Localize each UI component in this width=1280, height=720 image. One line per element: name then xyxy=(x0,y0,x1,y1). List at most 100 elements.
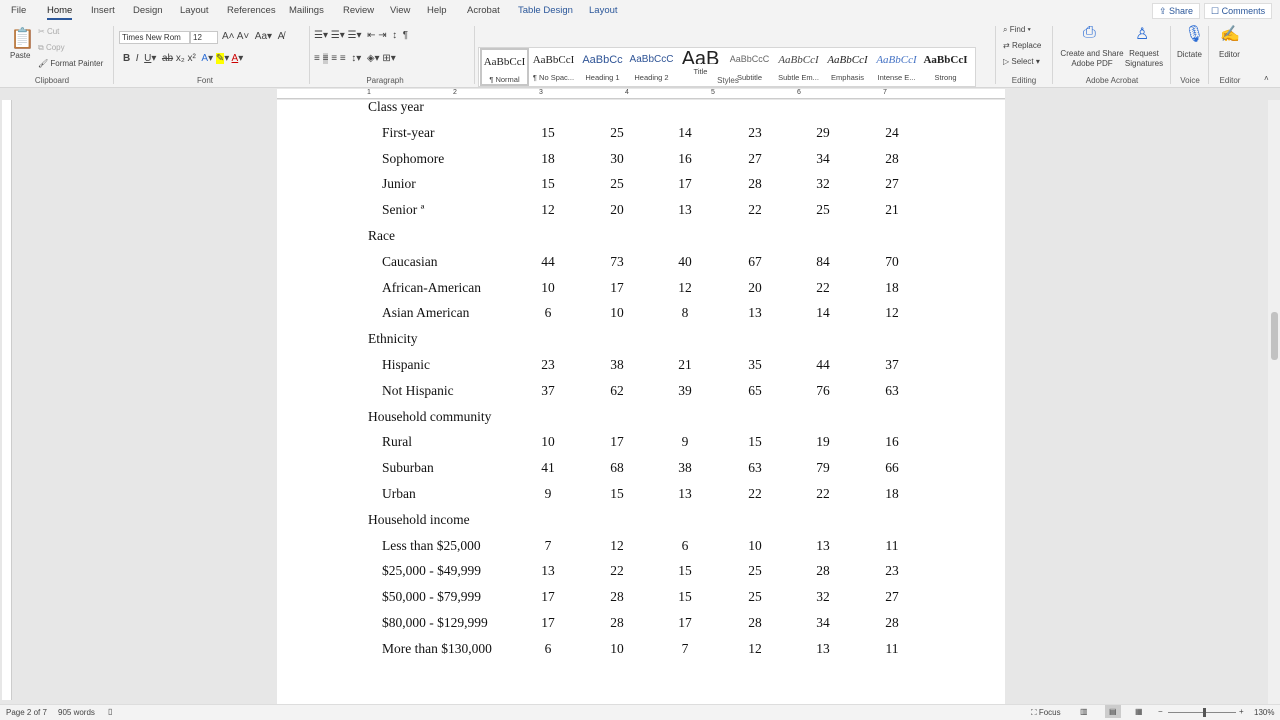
focus-button[interactable]: ⛶ Focus xyxy=(1031,708,1061,718)
table-cell: 27 xyxy=(885,589,899,605)
tab-layout-table[interactable]: Layout xyxy=(589,5,618,16)
tab-review[interactable]: Review xyxy=(343,5,374,16)
find-button[interactable]: ⌕ Find ▾ xyxy=(1003,25,1031,35)
tab-layout[interactable]: Layout xyxy=(180,5,209,16)
tab-table-design[interactable]: Table Design xyxy=(518,5,573,16)
font-name-select[interactable]: Times New Rom xyxy=(119,31,190,44)
table-cell: 84 xyxy=(816,253,830,269)
paste-icon[interactable]: 📋 xyxy=(10,26,35,51)
style-emphasis[interactable]: AaBbCcI Emphasis xyxy=(823,48,872,86)
zoom-in-button[interactable]: + xyxy=(1239,707,1244,716)
style-name: Title xyxy=(693,67,708,76)
document-page[interactable]: Class year First-year 15 25 14 23 29 24 Sophomor… xyxy=(277,99,1005,704)
vertical-scrollbar[interactable] xyxy=(1268,100,1280,704)
acrobat-group-label: Adobe Acrobat xyxy=(1085,76,1139,85)
tab-help[interactable]: Help xyxy=(427,5,447,16)
table-row-label: Asian American xyxy=(382,305,470,321)
select-button[interactable]: ▷ Select ▾ xyxy=(1003,57,1040,66)
tab-insert[interactable]: Insert xyxy=(91,5,115,16)
table-cell: 6 xyxy=(681,537,689,553)
table-cell: 35 xyxy=(748,357,762,372)
style-name: Subtle Em... xyxy=(778,73,819,82)
page-count[interactable]: Page 2 of 7 xyxy=(6,708,47,717)
editing-group-label: Editing xyxy=(1011,76,1037,85)
editor-button[interactable]: Editor xyxy=(1219,50,1240,59)
collapse-ribbon-icon[interactable]: ˄ xyxy=(1264,74,1269,83)
style-subtle-em[interactable]: AaBbCcI Subtle Em... xyxy=(774,48,823,86)
share-button[interactable]: ⇪ Share xyxy=(1152,3,1201,19)
style-preview: AaBbCc xyxy=(582,54,623,66)
print-layout-icon[interactable]: ▤ xyxy=(1105,705,1121,718)
share-label: Share xyxy=(1169,6,1194,16)
table-cell: 38 xyxy=(610,357,624,372)
tab-home[interactable]: Home xyxy=(47,5,73,20)
vertical-ruler[interactable] xyxy=(2,100,12,700)
table-cell: 14 xyxy=(816,305,830,321)
table-cell: 10 xyxy=(610,640,624,656)
alignment-buttons[interactable]: ≡ ≡ ≡ ≡ ↕▾ ◈▾ ⊞▾ xyxy=(314,53,396,64)
table-cell: 13 xyxy=(748,305,762,321)
style-intense-e[interactable]: AaBbCcI Intense E... xyxy=(872,48,921,86)
horizontal-ruler[interactable]: 1 2 3 4 5 6 7 xyxy=(277,89,1005,99)
table-cell: 12 xyxy=(885,305,899,321)
dictate-button[interactable]: Dictate xyxy=(1177,50,1202,59)
copy-button[interactable]: ⧉ Copy xyxy=(38,43,65,53)
request-signatures-button[interactable]: Request Signatures xyxy=(1123,49,1165,69)
create-pdf-button[interactable]: Create and Share Adobe PDF xyxy=(1059,49,1125,69)
table-cell: 37 xyxy=(541,382,555,398)
paste-button[interactable]: Paste xyxy=(10,51,30,60)
tab-acrobat[interactable]: Acrobat xyxy=(467,5,500,16)
find-label: Find xyxy=(1009,25,1026,34)
style-heading-2[interactable]: AaBbCcC Heading 2 xyxy=(627,48,676,86)
font-format-buttons[interactable]: B I U▾ ab x₂ x² A▾ ✎▾ A▾ xyxy=(123,53,243,64)
zoom-out-button[interactable]: − xyxy=(1158,707,1163,716)
tab-design[interactable]: Design xyxy=(133,5,163,16)
table-cell: 32 xyxy=(816,176,830,192)
tab-view[interactable]: View xyxy=(390,5,410,16)
font-size-select[interactable]: 12 xyxy=(190,31,218,44)
read-mode-icon[interactable]: ▥ xyxy=(1080,707,1088,716)
zoom-slider-thumb[interactable] xyxy=(1203,708,1206,717)
comments-button[interactable]: ☐ Comments xyxy=(1204,3,1273,19)
style-strong[interactable]: AaBbCcI Strong xyxy=(921,48,970,86)
replace-button[interactable]: ⇄ Replace xyxy=(1003,41,1041,50)
font-size-buttons[interactable]: A˄ A˅ Aa▾ A̸ xyxy=(222,31,284,42)
style-preview: AaBbCcI xyxy=(778,54,819,66)
table-cell: 39 xyxy=(678,382,692,398)
table-cell: 22 xyxy=(748,202,762,218)
table-cell: 10 xyxy=(541,279,555,295)
cut-button[interactable]: ✂ Cut xyxy=(38,27,59,36)
table-cell: 19 xyxy=(816,434,830,450)
list-buttons[interactable]: ☰▾ ☰▾ ☰▾ ⇤ ⇥ ↕ ¶ xyxy=(314,30,408,41)
style-heading-1[interactable]: AaBbCc Heading 1 xyxy=(578,48,627,86)
table-cell: 15 xyxy=(748,434,762,450)
table-cell: 18 xyxy=(885,279,899,295)
table-section-header: Household income xyxy=(368,511,470,527)
table-cell: 27 xyxy=(885,176,899,192)
scrollbar-thumb[interactable] xyxy=(1271,312,1278,360)
table-row-label: Caucasian xyxy=(382,253,438,269)
web-layout-icon[interactable]: ▦ xyxy=(1135,707,1143,716)
proofing-icon[interactable]: ▯ xyxy=(108,707,112,716)
ruler-tick: 2 xyxy=(453,89,457,96)
table-cell: 22 xyxy=(610,563,624,579)
table-cell: 13 xyxy=(816,537,830,553)
select-label: Select xyxy=(1011,57,1034,66)
tab-mailings[interactable]: Mailings xyxy=(289,5,324,16)
style-preview: AaBbCcC xyxy=(629,54,674,65)
style-name: Strong xyxy=(934,73,957,82)
zoom-slider[interactable] xyxy=(1168,712,1236,713)
ruler-tick: 6 xyxy=(797,89,801,96)
style-normal[interactable]: AaBbCcI ¶ Normal xyxy=(480,48,529,86)
table-cell: 12 xyxy=(541,202,555,218)
table-cell: 63 xyxy=(748,460,762,476)
word-count[interactable]: 905 words xyxy=(58,708,95,717)
tab-file[interactable]: File xyxy=(11,5,26,16)
tab-references[interactable]: References xyxy=(227,5,276,16)
table-cell: 8 xyxy=(681,305,689,321)
table-row-label: $25,000 - $49,999 xyxy=(382,563,481,579)
table-cell: 62 xyxy=(610,382,624,398)
style-no-spac[interactable]: AaBbCcI ¶ No Spac... xyxy=(529,48,578,86)
format-painter-button[interactable]: 🖌 Format Painter xyxy=(38,59,103,68)
zoom-level[interactable]: 130% xyxy=(1254,708,1274,717)
